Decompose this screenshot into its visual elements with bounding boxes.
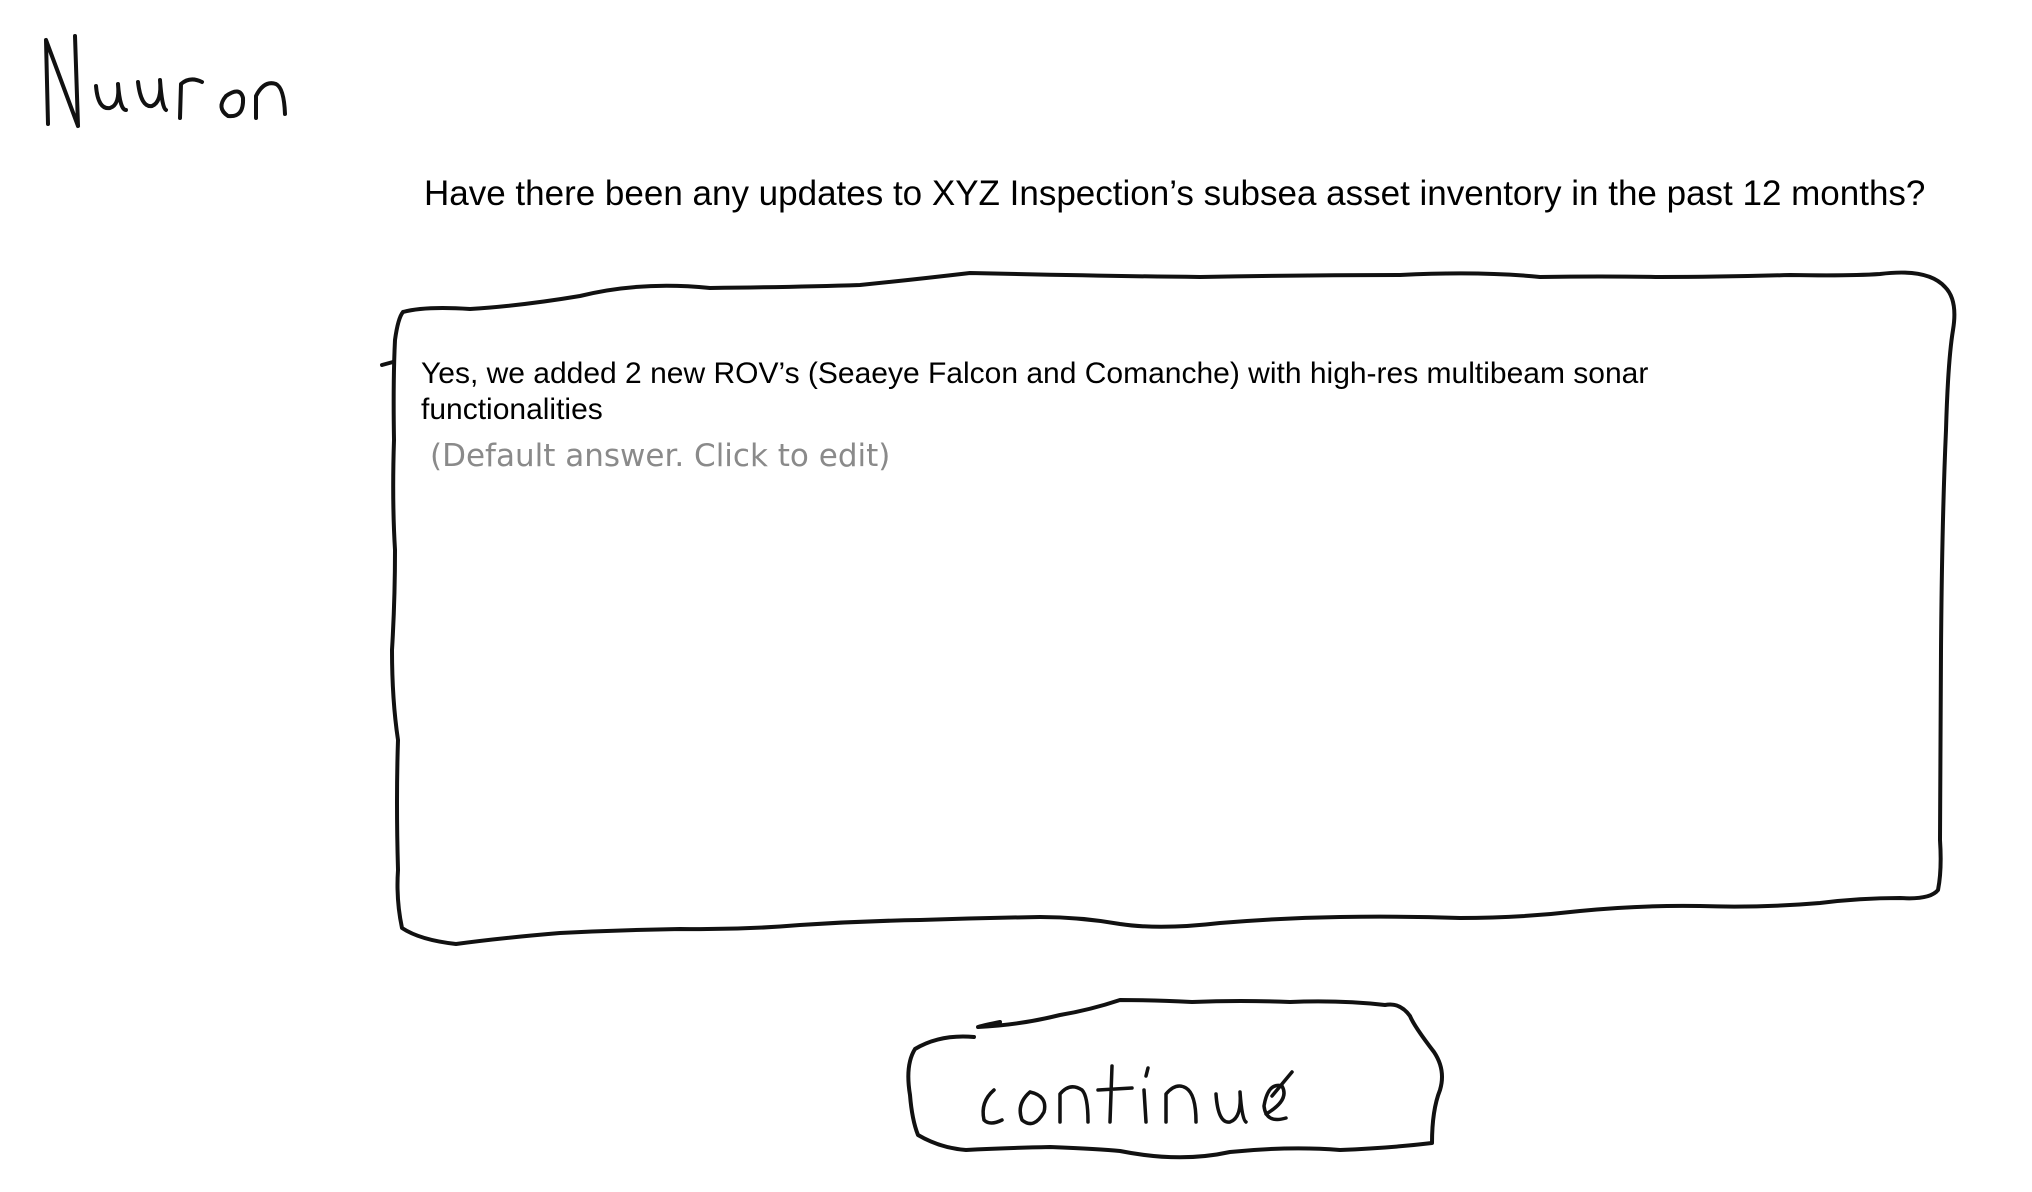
answer-value[interactable]: Yes, we added 2 new ROV’s (Seaeye Falcon… — [421, 356, 1761, 428]
question-text: Have there been any updates to XYZ Inspe… — [424, 174, 1926, 213]
continue-label: continue — [960, 1048, 1380, 1140]
default-answer-hint[interactable]: (Default answer. Click to edit) — [430, 436, 890, 476]
brand-logo: Nuuron — [38, 22, 358, 142]
